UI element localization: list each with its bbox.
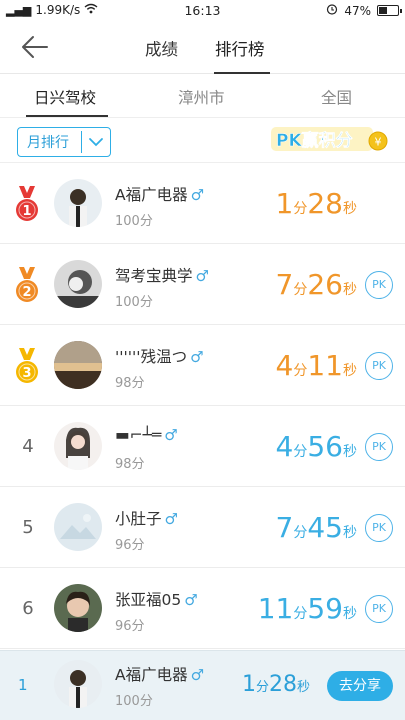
user-name: 小肚子 ♂ [115,510,178,528]
medal-1-icon: 1 [12,186,42,226]
leaderboard-row[interactable]: 3 ''''''残温つ ♂ 98分 4分11秒 PK [0,325,405,406]
leaderboard-row[interactable]: 5 小肚子 ♂ 96分 7分45秒 PK [0,487,405,568]
leaderboard-row[interactable]: 1 A福广电器 ♂ 100分 1分28秒 [0,163,405,244]
tab-scores[interactable]: 成绩 [145,36,178,60]
avatar[interactable] [54,584,102,632]
rank-number: 5 [22,517,34,538]
avatar[interactable] [54,260,102,308]
user-name: 驾考宝典学 ♂ [115,267,209,285]
avatar[interactable] [54,179,102,227]
male-icon: ♂ [164,426,178,444]
alarm-icon [326,3,338,18]
svg-text:¥: ¥ [375,136,382,149]
avatar[interactable] [54,341,102,389]
user-name: 张亚福05 ♂ [115,591,198,609]
filter-row: 月排行 PK赢积分 ¥ [0,117,405,163]
svg-text:2: 2 [22,285,31,300]
avatar[interactable] [54,503,102,551]
region-tabs: 日兴驾校 漳州市 全国 [0,75,405,117]
svg-text:1: 1 [22,204,31,219]
user-score: 96分 [115,538,145,553]
header: 成绩 排行榜 [0,22,405,74]
user-score: 98分 [115,376,145,391]
male-icon: ♂ [164,510,178,528]
male-icon: ♂ [184,591,198,609]
region-tab-city[interactable]: 漳州市 [178,86,225,108]
leaderboard-row[interactable]: 6 张亚福05 ♂ 96分 11分59秒 PK [0,568,405,649]
user-score: 100分 [115,295,153,310]
male-icon: ♂ [190,186,205,204]
my-rank-number: 1 [18,676,28,694]
user-time: 7分45秒 [275,511,357,544]
pk-button[interactable]: PK [365,352,393,380]
pk-banner-text: PK赢积分 [276,130,353,151]
leaderboard-row[interactable]: 4 ▬⌐┴═ ♂ 98分 4分56秒 PK [0,406,405,487]
battery-percent: 47% [344,3,371,18]
male-icon: ♂ [190,348,204,366]
user-score: 100分 [115,214,153,229]
status-bar: ▂▄▆ 1.99K/s 16:13 47% [0,0,405,22]
my-time: 1分28秒 [241,672,310,697]
user-time: 11分59秒 [257,592,357,625]
region-tab-school[interactable]: 日兴驾校 [34,86,96,108]
pk-points-banner[interactable]: PK赢积分 ¥ [270,125,392,155]
avatar[interactable] [54,422,102,470]
user-time: 1分28秒 [275,187,357,220]
chevron-down-icon [82,137,110,147]
user-name: A福广电器 ♂ [115,186,205,204]
rank-number: 6 [22,598,34,619]
pk-button[interactable]: PK [365,514,393,542]
avatar [54,660,102,708]
user-name: ''''''残温つ ♂ [115,348,204,366]
user-name: ▬⌐┴═ ♂ [115,426,178,444]
status-right: 47% [326,3,402,18]
male-icon: ♂ [190,666,205,684]
medal-2-icon: 2 [12,267,42,307]
pk-button[interactable]: PK [365,271,393,299]
pk-button[interactable]: PK [365,433,393,461]
share-button[interactable]: 去分享 [327,671,393,701]
battery-level [379,7,388,14]
medal-3-icon: 3 [12,348,42,388]
my-rank-bar: 1 A福广电器 ♂ 100分 1分28秒 去分享 [0,650,405,720]
my-name: A福广电器 ♂ [115,666,205,684]
active-tab-indicator [214,72,270,74]
male-icon: ♂ [195,267,209,285]
back-arrow-icon[interactable] [20,34,50,60]
my-score: 100分 [115,694,153,709]
region-tab-national[interactable]: 全国 [321,86,352,108]
user-score: 98分 [115,457,145,472]
user-time: 4分56秒 [275,430,357,463]
leaderboard-row[interactable]: 2 驾考宝典学 ♂ 100分 7分26秒 PK [0,244,405,325]
ranking-period-dropdown[interactable]: 月排行 [17,127,111,157]
dropdown-label: 月排行 [27,135,69,151]
pk-button[interactable]: PK [365,595,393,623]
tab-leaderboard[interactable]: 排行榜 [215,36,265,60]
user-time: 7分26秒 [275,268,357,301]
rank-number: 4 [22,436,34,457]
user-time: 4分11秒 [275,349,357,382]
battery-icon [377,5,402,16]
svg-text:3: 3 [22,366,31,381]
user-score: 96分 [115,619,145,634]
